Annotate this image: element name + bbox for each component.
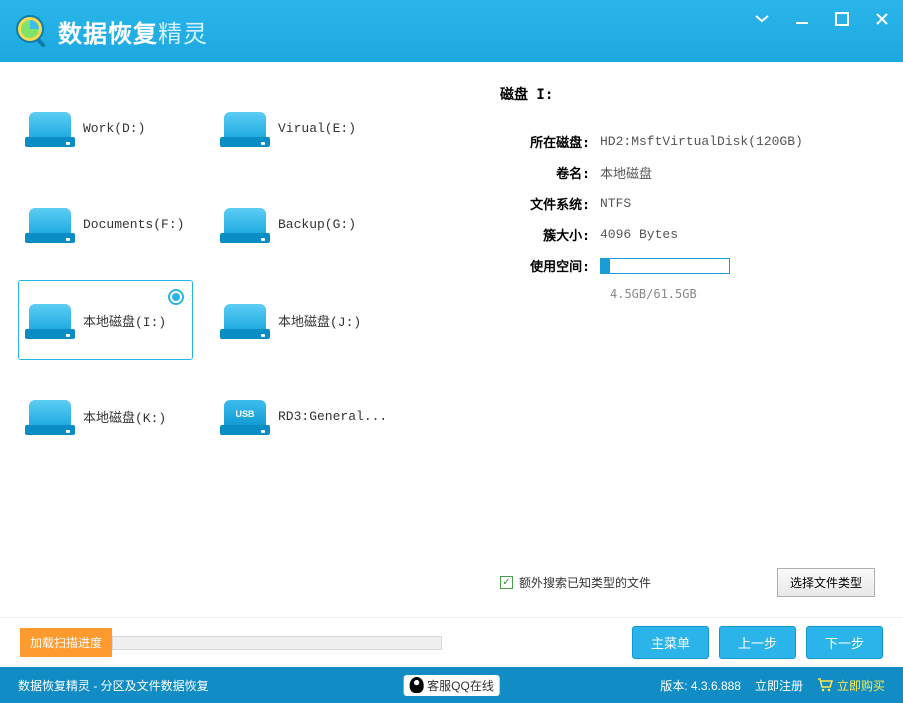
main-menu-button[interactable]: 主菜单: [632, 626, 709, 659]
value-filesystem: NTFS: [600, 196, 631, 211]
drive-label: 本地磁盘(I:): [83, 311, 166, 330]
version-text: 版本: 4.3.6.888: [660, 677, 741, 694]
drive-label: Virual(E:): [278, 121, 356, 136]
label-volume: 卷名:: [500, 163, 600, 182]
drive-item[interactable]: 本地磁盘(J:): [213, 280, 388, 360]
drive-item[interactable]: Work(D:): [18, 88, 193, 168]
label-cluster: 簇大小:: [500, 225, 600, 244]
dropdown-icon[interactable]: [751, 10, 773, 28]
drive-label: Backup(G:): [278, 217, 356, 232]
drive-item[interactable]: 本地磁盘(I:): [18, 280, 193, 360]
value-cluster: 4096 Bytes: [600, 227, 678, 242]
footer: 数据恢复精灵 - 分区及文件数据恢复 客服QQ在线 版本: 4.3.6.888 …: [0, 667, 903, 703]
usb-drive-icon: USB: [220, 394, 270, 438]
label-disk: 所在磁盘:: [500, 132, 600, 151]
hard-drive-icon: [25, 202, 75, 246]
register-link[interactable]: 立即注册: [755, 677, 803, 694]
usage-bar: [600, 258, 730, 274]
logo-icon: [12, 11, 52, 51]
drive-label: Work(D:): [83, 121, 145, 136]
hard-drive-icon: [25, 298, 75, 342]
main-content: Work(D:) Virual(E:) Documents(F:) Backup(G:…: [0, 62, 903, 617]
drive-label: 本地磁盘(J:): [278, 311, 361, 330]
hard-drive-icon: [220, 298, 270, 342]
progress-track: [112, 636, 442, 650]
extra-search-row: ✓ 额外搜索已知类型的文件 选择文件类型: [500, 568, 875, 597]
drive-item[interactable]: Virual(E:): [213, 88, 388, 168]
checkbox-checked-icon: ✓: [500, 576, 513, 589]
footer-status: 数据恢复精灵 - 分区及文件数据恢复: [18, 677, 209, 694]
titlebar: 数据恢复精灵: [0, 0, 903, 62]
minimize-icon[interactable]: [791, 10, 813, 28]
progress-section: 加载扫描进度: [20, 628, 442, 657]
select-file-type-button[interactable]: 选择文件类型: [777, 568, 875, 597]
disk-info-panel: 磁盘 I: 所在磁盘: HD2:MsftVirtualDisk(120GB) 卷…: [480, 82, 903, 617]
maximize-icon[interactable]: [831, 10, 853, 28]
drive-item[interactable]: USB RD3:General...: [213, 376, 388, 456]
drive-label: RD3:General...: [278, 409, 387, 424]
bottom-bar: 加载扫描进度 主菜单 上一步 下一步: [0, 617, 903, 667]
drive-list-panel: Work(D:) Virual(E:) Documents(F:) Backup(G:…: [0, 82, 480, 617]
close-icon[interactable]: [871, 10, 893, 28]
drive-item[interactable]: Backup(G:): [213, 184, 388, 264]
drive-item[interactable]: 本地磁盘(K:): [18, 376, 193, 456]
next-button[interactable]: 下一步: [806, 626, 883, 659]
window-controls: [751, 10, 893, 28]
nav-buttons: 主菜单 上一步 下一步: [632, 626, 883, 659]
value-volume: 本地磁盘: [600, 163, 652, 182]
footer-right: 版本: 4.3.6.888 立即注册 立即购买: [660, 677, 885, 694]
value-disk: HD2:MsftVirtualDisk(120GB): [600, 134, 803, 149]
drive-label: Documents(F:): [83, 217, 184, 232]
drive-label: 本地磁盘(K:): [83, 407, 166, 426]
app-title: 数据恢复精灵: [58, 14, 208, 49]
drive-item[interactable]: Documents(F:): [18, 184, 193, 264]
extra-search-checkbox[interactable]: ✓ 额外搜索已知类型的文件: [500, 574, 651, 591]
load-progress-button[interactable]: 加载扫描进度: [20, 628, 112, 657]
app-logo: 数据恢复精灵: [12, 11, 208, 51]
usage-text: 4.5GB/61.5GB: [610, 287, 875, 301]
cart-icon: [817, 678, 833, 692]
hard-drive-icon: [25, 394, 75, 438]
prev-button[interactable]: 上一步: [719, 626, 796, 659]
disk-info-title: 磁盘 I:: [500, 84, 875, 104]
hard-drive-icon: [25, 106, 75, 150]
label-filesystem: 文件系统:: [500, 194, 600, 213]
qq-icon: [409, 677, 423, 693]
qq-support-button[interactable]: 客服QQ在线: [403, 675, 500, 696]
hard-drive-icon: [220, 202, 270, 246]
label-usage: 使用空间:: [500, 256, 600, 275]
hard-drive-icon: [220, 106, 270, 150]
buy-link[interactable]: 立即购买: [817, 677, 885, 694]
